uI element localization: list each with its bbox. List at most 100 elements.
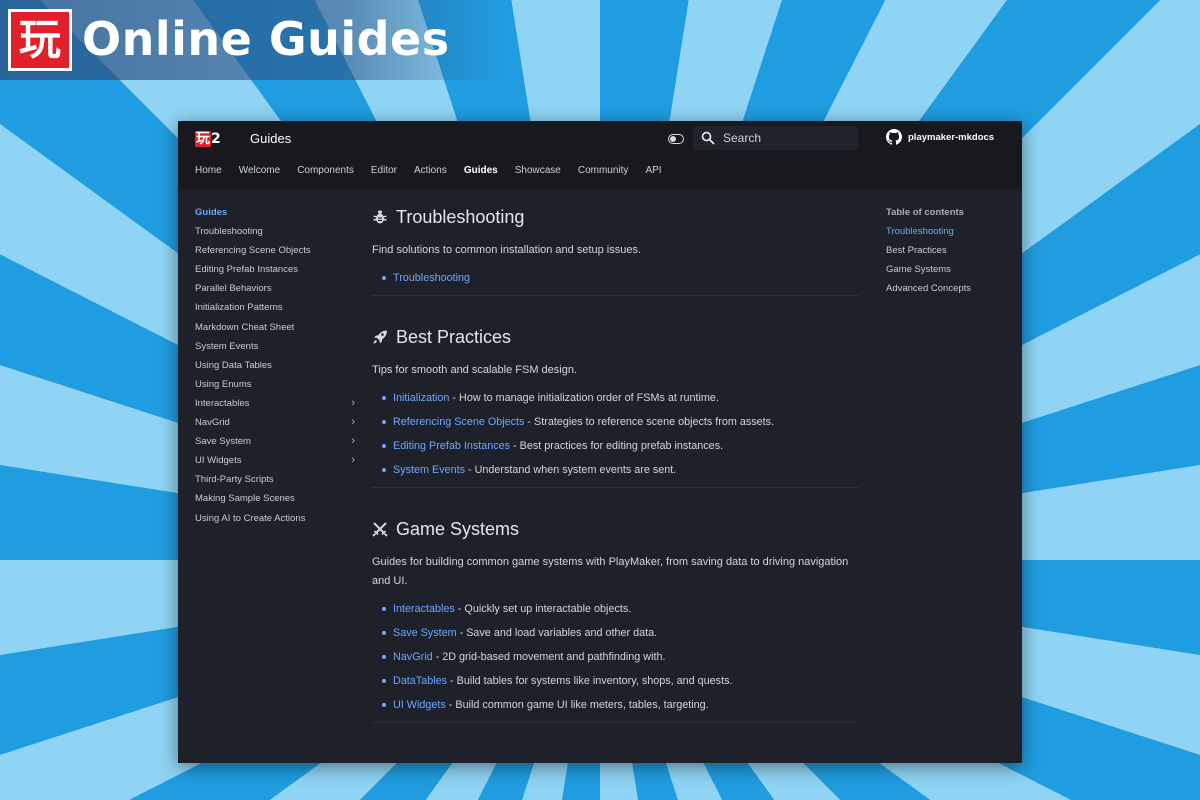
- section-divider: [372, 295, 859, 296]
- section-links: Initialization - How to manage initializ…: [372, 391, 859, 487]
- sidebar-item[interactable]: Initialization Patterns: [195, 302, 355, 321]
- bug-icon: [373, 210, 387, 224]
- section-title: Best Practices: [396, 326, 512, 347]
- guide-link[interactable]: System Events: [393, 464, 465, 476]
- guide-link[interactable]: Save System: [393, 627, 457, 639]
- sidebar-item[interactable]: Third-Party Scripts: [195, 474, 355, 493]
- sidebar-item[interactable]: Parallel Behaviors: [195, 283, 355, 302]
- sidebar-item[interactable]: Making Sample Scenes: [195, 493, 355, 512]
- repo-link[interactable]: playmaker-mkdocs: [886, 129, 994, 145]
- nav-editor[interactable]: Editor: [371, 165, 397, 176]
- guide-link[interactable]: Initialization: [393, 392, 449, 404]
- section-links: Interactables - Quickly set up interacta…: [372, 602, 859, 722]
- sidebar-item[interactable]: Referencing Scene Objects: [195, 245, 355, 264]
- section-heading: Best Practices: [372, 327, 859, 347]
- search-input[interactable]: [723, 130, 848, 146]
- chevron-right-icon: ›: [351, 454, 355, 467]
- sidebar-item[interactable]: Editing Prefab Instances: [195, 264, 355, 283]
- link-description: - How to manage initialization order of …: [449, 392, 719, 404]
- toc-item[interactable]: Troubleshooting: [886, 226, 1016, 245]
- section-divider: [372, 487, 859, 488]
- list-item: Initialization - How to manage initializ…: [382, 391, 859, 415]
- link-description: - Quickly set up interactable objects.: [454, 603, 632, 615]
- docs-window: 玩2 Guides playmaker-mkdocs Home Welcome …: [178, 121, 1022, 763]
- sidebar-item[interactable]: System Events: [195, 341, 355, 360]
- search-icon: [701, 131, 715, 145]
- section-best-practices: Best Practices Tips for smooth and scala…: [372, 327, 859, 488]
- sidebar-item[interactable]: Troubleshooting: [195, 226, 355, 245]
- section-title: Troubleshooting: [396, 206, 525, 227]
- section-troubleshooting: Troubleshooting Find solutions to common…: [372, 207, 859, 296]
- sidebar-item-expandable[interactable]: Save System ›: [195, 435, 355, 455]
- list-item: Editing Prefab Instances - Best practice…: [382, 439, 859, 463]
- toc-title: Table of contents: [886, 207, 964, 218]
- site-logo-char: 玩: [195, 131, 211, 147]
- repo-name: playmaker-mkdocs: [908, 131, 995, 143]
- list-item: UI Widgets - Build common game UI like m…: [382, 698, 859, 722]
- site-title: Guides: [250, 131, 292, 146]
- sidebar-item-expandable[interactable]: Interactables ›: [195, 396, 355, 417]
- section-game-systems: Game Systems Guides for building common …: [372, 519, 859, 723]
- list-item: NavGrid - 2D grid-based movement and pat…: [382, 650, 859, 674]
- nav-api[interactable]: API: [645, 165, 661, 176]
- guide-link[interactable]: Interactables: [393, 603, 455, 615]
- chevron-right-icon: ›: [351, 435, 355, 448]
- guide-link[interactable]: Referencing Scene Objects: [393, 416, 524, 428]
- list-item: System Events - Understand when system e…: [382, 463, 859, 487]
- main-content: Troubleshooting Find solutions to common…: [372, 207, 859, 723]
- sidebar-item[interactable]: Using Enums: [195, 379, 355, 398]
- search-box[interactable]: [693, 126, 858, 150]
- banner-title: Online Guides: [82, 12, 450, 66]
- nav-showcase[interactable]: Showcase: [515, 165, 561, 176]
- nav-guides[interactable]: Guides: [464, 165, 498, 176]
- sidebar-item-label: Interactables: [195, 397, 250, 409]
- link-description: - Strategies to reference scene objects …: [524, 416, 775, 428]
- section-divider: [372, 722, 859, 723]
- section-description: Tips for smooth and scalable FSM design.: [372, 364, 578, 376]
- sidebar-item[interactable]: Using Data Tables: [195, 360, 355, 379]
- crossed-swords-icon: [372, 522, 388, 537]
- toc-item[interactable]: Advanced Concepts: [886, 283, 1016, 302]
- sidebar-item[interactable]: Markdown Cheat Sheet: [195, 322, 355, 341]
- link-description: - Best practices for editing prefab inst…: [510, 440, 724, 452]
- guide-link[interactable]: UI Widgets: [393, 699, 446, 711]
- section-links: Troubleshooting: [372, 271, 859, 295]
- nav-welcome[interactable]: Welcome: [239, 165, 281, 176]
- sidebar-item[interactable]: Guides: [195, 207, 355, 226]
- sidebar-item[interactable]: Using AI to Create Actions: [195, 513, 355, 532]
- list-item: Referencing Scene Objects - Strategies t…: [382, 415, 859, 439]
- online-guides-banner: 玩 Online Guides: [0, 0, 500, 80]
- theme-toggle-icon[interactable]: [668, 134, 684, 144]
- link-description: - Save and load variables and other data…: [456, 627, 658, 639]
- link-description: - Build tables for systems like inventor…: [447, 675, 733, 687]
- sidebar-item-label: UI Widgets: [195, 455, 242, 467]
- list-item: Save System - Save and load variables an…: [382, 626, 859, 650]
- guide-link[interactable]: DataTables: [393, 675, 447, 687]
- sidebar-item-expandable[interactable]: UI Widgets ›: [195, 454, 355, 474]
- guide-link[interactable]: Editing Prefab Instances: [393, 440, 510, 452]
- link-description: - 2D grid-based movement and pathfinding…: [432, 651, 666, 663]
- site-logo-number: 2: [211, 131, 221, 147]
- rocket-icon: [373, 330, 387, 344]
- guide-link[interactable]: NavGrid: [393, 651, 433, 663]
- section-description: Guides for building common game systems …: [372, 556, 849, 587]
- toc-item[interactable]: Game Systems: [886, 264, 1016, 283]
- nav-home[interactable]: Home: [195, 165, 222, 176]
- site-header: 玩2 Guides playmaker-mkdocs Home Welcome …: [178, 121, 1022, 189]
- brand-logo-icon: 玩: [8, 9, 72, 71]
- site-logo[interactable]: 玩2: [195, 130, 229, 148]
- chevron-right-icon: ›: [351, 416, 355, 429]
- sidebar-item-label: NavGrid: [195, 417, 230, 429]
- list-item: DataTables - Build tables for systems li…: [382, 674, 859, 698]
- section-heading: Game Systems: [372, 519, 859, 539]
- list-item: Troubleshooting: [382, 271, 859, 295]
- guide-link[interactable]: Troubleshooting: [393, 272, 470, 284]
- sidebar-item-label: Save System: [195, 436, 251, 448]
- nav-actions[interactable]: Actions: [414, 165, 447, 176]
- nav-components[interactable]: Components: [297, 165, 354, 176]
- toc-item[interactable]: Best Practices: [886, 245, 1016, 264]
- nav-community[interactable]: Community: [578, 165, 629, 176]
- list-item: Interactables - Quickly set up interacta…: [382, 602, 859, 626]
- sidebar-item-expandable[interactable]: NavGrid ›: [195, 416, 355, 436]
- chevron-right-icon: ›: [351, 396, 355, 409]
